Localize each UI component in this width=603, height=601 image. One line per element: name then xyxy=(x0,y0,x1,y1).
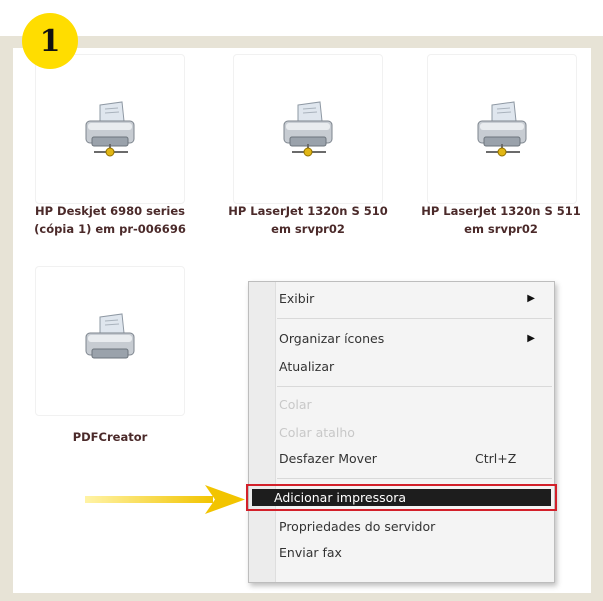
printer-location-line: (cópia 1) em pr-006696 xyxy=(34,222,186,236)
menu-item-adicionar-impressora[interactable]: Adicionar impressora xyxy=(252,489,551,506)
menu-item-label: Enviar fax xyxy=(279,545,342,560)
printer-name-line: HP Deskjet 6980 series xyxy=(34,204,186,218)
menu-icon-column xyxy=(249,282,276,582)
menu-item-exibir[interactable]: Exibir ▶ xyxy=(279,288,549,310)
context-menu: Exibir ▶ Organizar ícones ▶ Atualizar Co… xyxy=(246,281,557,583)
printer-label-pdfcreator[interactable]: PDFCreator xyxy=(20,428,200,446)
menu-item-label: Exibir xyxy=(279,291,315,306)
network-printer-icon xyxy=(85,101,135,157)
printer-location-line: em srvpr02 xyxy=(271,222,345,236)
printer-tile-deskjet-6980[interactable] xyxy=(35,54,185,204)
menu-separator xyxy=(277,318,552,319)
printer-icon xyxy=(85,313,135,359)
menu-separator xyxy=(277,478,552,479)
menu-item-label: Propriedades do servidor xyxy=(279,519,436,534)
step-number-badge: 1 xyxy=(22,13,78,69)
menu-item-label: Colar xyxy=(279,397,312,412)
printer-name-line: HP LaserJet 1320n S 510 xyxy=(228,204,388,218)
menu-item-label: Atualizar xyxy=(279,359,335,374)
submenu-arrow-icon: ▶ xyxy=(527,293,535,304)
menu-item-enviar-fax[interactable]: Enviar fax xyxy=(279,542,342,564)
pointer-arrow-icon xyxy=(85,485,245,514)
menu-item-label: Colar atalho xyxy=(279,425,355,440)
printer-location-line: em srvpr02 xyxy=(464,222,538,236)
menu-item-atualizar[interactable]: Atualizar xyxy=(279,356,334,378)
menu-item-label: Organizar ícones xyxy=(279,331,385,346)
menu-item-label: Desfazer Mover xyxy=(279,451,377,466)
menu-item-propriedades-do-servidor[interactable]: Propriedades do servidor xyxy=(279,516,435,538)
highlight-outline: Adicionar impressora xyxy=(246,484,557,511)
menu-item-colar-atalho: Colar atalho xyxy=(279,422,355,444)
network-printer-icon xyxy=(283,101,333,157)
shortcut-label: Ctrl+Z xyxy=(475,451,517,466)
menu-item-desfazer-mover[interactable]: Desfazer Mover Ctrl+Z xyxy=(279,448,529,470)
menu-item-organizar-icones[interactable]: Organizar ícones ▶ xyxy=(279,328,549,350)
menu-item-colar: Colar xyxy=(279,394,312,416)
printer-name-line: HP LaserJet 1320n S 511 xyxy=(421,204,581,218)
printer-label-laserjet-511[interactable]: HP LaserJet 1320n S 511 em srvpr02 xyxy=(411,202,591,238)
printer-label-laserjet-510[interactable]: HP LaserJet 1320n S 510 em srvpr02 xyxy=(218,202,398,238)
printer-name-line: PDFCreator xyxy=(72,430,148,444)
printer-tile-laserjet-510[interactable] xyxy=(233,54,383,204)
submenu-arrow-icon: ▶ xyxy=(527,333,535,344)
network-printer-icon xyxy=(477,101,527,157)
printer-tile-pdfcreator[interactable] xyxy=(35,266,185,416)
printer-tile-laserjet-511[interactable] xyxy=(427,54,577,204)
printer-label-deskjet-6980[interactable]: HP Deskjet 6980 series (cópia 1) em pr-0… xyxy=(20,202,200,238)
menu-separator xyxy=(277,386,552,387)
